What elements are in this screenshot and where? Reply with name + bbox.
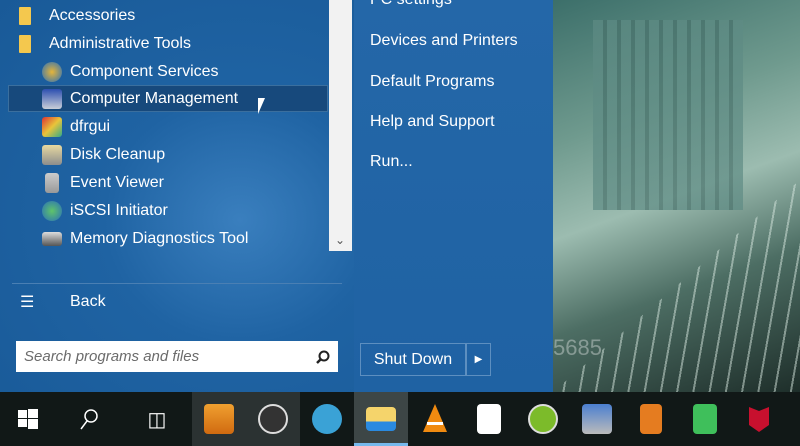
taskbar-vlc[interactable] [408,392,462,446]
item-label: Disk Cleanup [70,145,166,163]
link-pc-settings[interactable]: PC settings [370,0,452,9]
clock-app-icon [204,404,234,434]
item-label: iSCSI Initiator [70,201,168,219]
chevron-down-icon[interactable]: ⌄ [335,233,345,247]
taskbar-sheets[interactable] [678,392,732,446]
search-button[interactable] [56,392,122,446]
item-label: Event Viewer [70,173,164,191]
program-event-viewer[interactable]: Event Viewer [8,169,328,196]
taskbar-mcafee[interactable] [732,392,786,446]
task-view-button[interactable]: ◫ [122,392,192,446]
taskbar-green-app[interactable] [516,392,570,446]
wallpaper-building [593,20,743,210]
desktop-wallpaper: 5685 [553,0,800,392]
media-player-icon [640,404,662,434]
back-button[interactable]: ☰ Back [20,292,106,312]
item-label: dfrgui [70,117,111,135]
green-app-icon [528,404,558,434]
taskbar-obs[interactable] [246,392,300,446]
folder-icon [19,6,31,25]
shut-down-button[interactable]: Shut Down [360,343,466,376]
program-iscsi-initiator[interactable]: iSCSI Initiator [8,197,328,224]
item-label: Memory Diagnostics Tool [70,229,249,247]
program-computer-management[interactable]: Computer Management [8,85,328,112]
item-label: Computer Management [70,89,239,107]
sheets-icon [693,404,717,434]
defrag-icon [42,116,62,137]
remote-desktop-icon [582,404,612,434]
taskbar-media-player[interactable] [624,392,678,446]
search-input[interactable]: Search programs and files [16,341,338,372]
item-label: Component Services [70,62,219,80]
link-help-and-support[interactable]: Help and Support [370,113,495,131]
iscsi-icon [42,200,62,221]
search-icon [316,350,330,364]
back-label: Back [70,293,106,310]
program-dfrgui[interactable]: dfrgui [8,113,328,140]
programs-panel: Accessories Administrative Tools Compone… [0,0,354,392]
divider [12,283,342,284]
windows-icon [18,409,38,429]
program-component-services[interactable]: Component Services [8,58,328,85]
event-viewer-icon [45,172,59,193]
program-disk-cleanup[interactable]: Disk Cleanup [8,141,328,168]
taskbar: ◫ [0,392,800,446]
memory-diagnostics-icon [42,231,62,246]
mouse-cursor [258,98,272,114]
list-icon: ☰ [20,294,35,311]
places-panel [354,0,553,392]
folder-icon [19,34,31,53]
start-button[interactable] [0,392,56,446]
component-services-icon [42,61,62,82]
folder-icon [366,407,396,431]
wallpaper-text: 5685 [553,335,602,360]
program-administrative-tools[interactable]: Administrative Tools [8,30,328,57]
store-icon [477,404,501,434]
chevron-right-icon: ▶ [474,354,483,365]
link-run[interactable]: Run... [370,153,413,171]
shut-down-options-button[interactable]: ▶ [466,343,491,376]
taskbar-file-explorer[interactable] [354,392,408,446]
mcafee-icon [749,407,769,432]
taskbar-store[interactable] [462,392,516,446]
item-label: Administrative Tools [49,34,191,52]
search-icon [80,409,98,430]
task-view-icon: ◫ [147,408,167,431]
obs-icon [258,404,288,434]
search-placeholder: Search programs and files [24,348,200,365]
computer-management-icon [42,88,62,109]
link-devices-and-printers[interactable]: Devices and Printers [370,32,518,50]
item-label: Accessories [49,6,136,24]
programs-scrollbar[interactable]: ⌄ [329,0,352,251]
taskbar-browser[interactable] [300,392,354,446]
program-memory-diagnostics[interactable]: Memory Diagnostics Tool [8,225,328,252]
taskbar-clock-app[interactable] [192,392,246,446]
browser-icon [312,404,342,434]
vlc-icon [423,404,447,432]
link-default-programs[interactable]: Default Programs [370,73,495,91]
disk-cleanup-icon [42,144,62,165]
taskbar-remote-desktop[interactable] [570,392,624,446]
program-accessories[interactable]: Accessories [8,2,328,29]
